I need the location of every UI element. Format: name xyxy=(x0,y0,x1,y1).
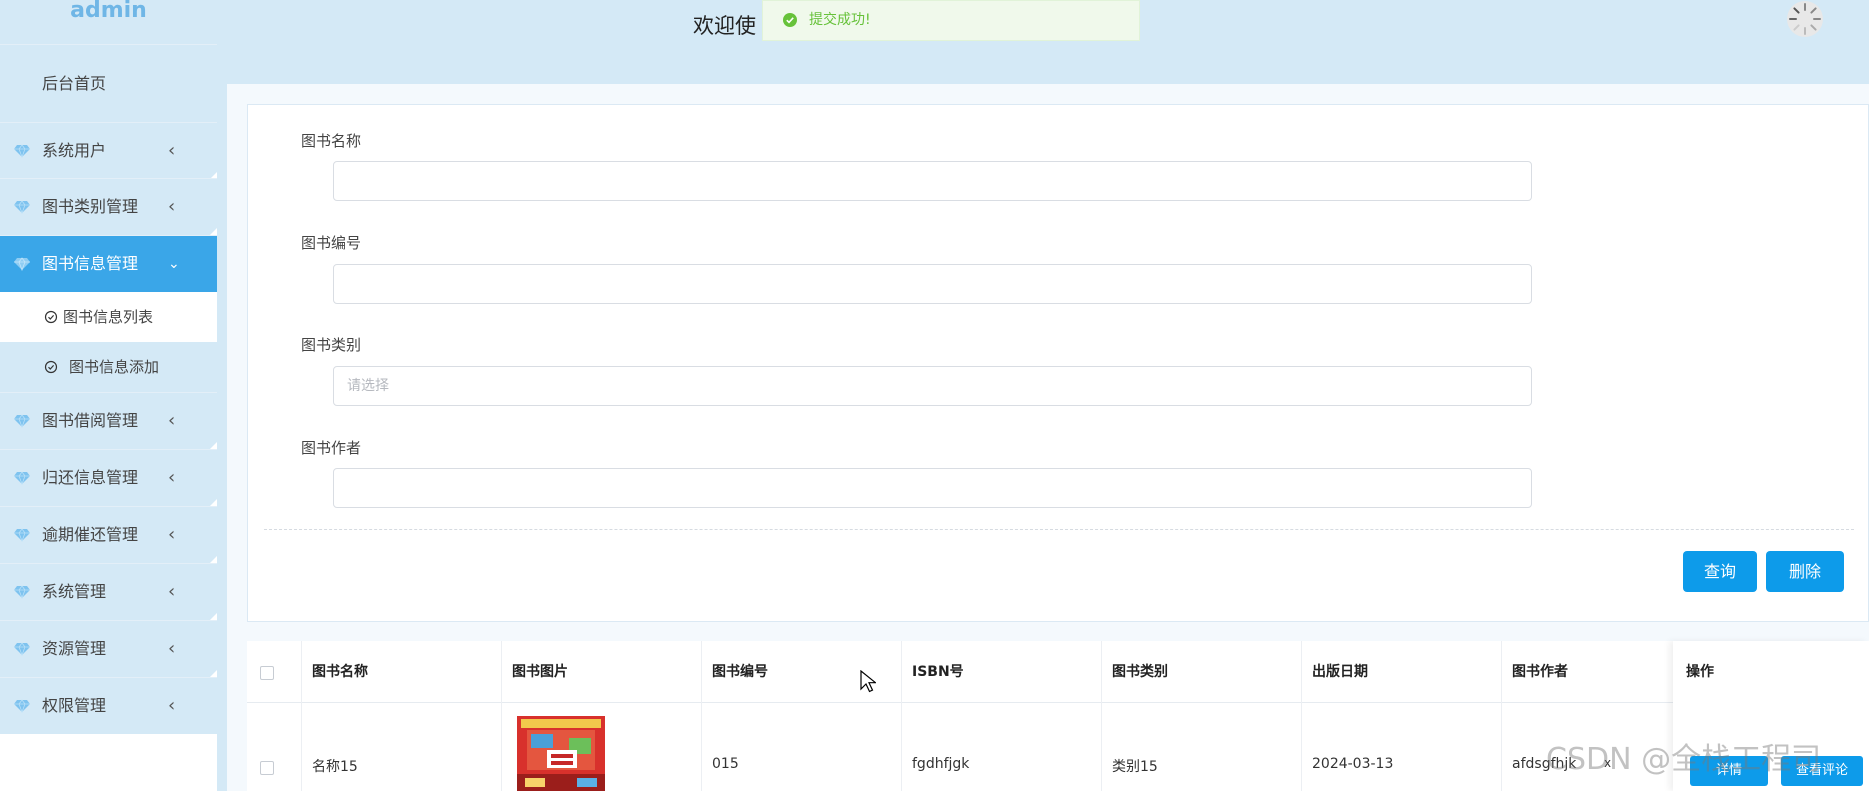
column-divider xyxy=(501,641,502,791)
sidebar-item-label: 后台首页 xyxy=(42,74,107,93)
column-header-date[interactable]: 出版日期 xyxy=(1312,641,1368,703)
sidebar-item-label: 图书类别管理 xyxy=(42,197,139,216)
sidebar-item-borrow[interactable]: 图书借阅管理 ‹ xyxy=(0,392,217,449)
sidebar-item-resources[interactable]: 资源管理 ‹ xyxy=(0,620,217,677)
cell-publish-date: 2024-03-13 xyxy=(1312,756,1394,772)
cell-category: 类别15 xyxy=(1112,759,1158,775)
diamond-icon xyxy=(14,699,30,713)
success-icon xyxy=(783,13,797,27)
column-divider xyxy=(1301,641,1302,791)
table-header-divider xyxy=(247,702,1869,703)
check-circle-icon xyxy=(44,360,58,374)
book-name-input[interactable] xyxy=(333,161,1532,201)
sidebar-item-system-users[interactable]: 系统用户 ‹ xyxy=(0,122,217,179)
field-label-book-author: 图书作者 xyxy=(301,439,362,457)
sidebar-item-label: 资源管理 xyxy=(42,639,107,658)
sidebar-item-label: 系统用户 xyxy=(42,141,107,160)
diamond-icon xyxy=(14,200,30,214)
diamond-icon xyxy=(14,471,30,485)
chevron-down-icon: ⌄ xyxy=(168,256,180,272)
sidebar-item-label: 权限管理 xyxy=(42,696,107,715)
field-label-book-category: 图书类别 xyxy=(301,336,362,354)
diamond-icon xyxy=(14,144,30,158)
chevron-left-icon: ‹ xyxy=(168,196,176,217)
column-header-isbn[interactable]: ISBN号 xyxy=(912,641,964,703)
chevron-left-icon: ‹ xyxy=(168,410,176,431)
corner-mark xyxy=(210,499,217,506)
sidebar-item-label: 逾期催还管理 xyxy=(42,525,139,544)
success-toast: 提交成功! xyxy=(762,0,1140,41)
sidebar-item-label: 系统管理 xyxy=(42,582,107,601)
chevron-left-icon: ‹ xyxy=(168,467,176,488)
sidebar-item-permissions[interactable]: 权限管理 ‹ xyxy=(0,677,217,734)
diamond-icon xyxy=(14,528,30,542)
corner-mark xyxy=(210,613,217,620)
corner-mark xyxy=(210,670,217,677)
diamond-icon xyxy=(14,642,30,656)
check-circle-icon xyxy=(44,310,58,324)
column-divider xyxy=(1101,641,1102,791)
mouse-cursor-icon xyxy=(860,670,876,693)
loading-avatar-icon[interactable] xyxy=(1786,0,1824,38)
sidebar-item-label: 图书信息管理 xyxy=(42,254,139,273)
sidebar: admin 后台首页 系统用户 ‹ 图书类别管理 ‹ 图书信息管理 ⌄ 图书信息… xyxy=(0,0,217,791)
book-cover-image xyxy=(517,716,605,791)
delete-button[interactable]: 删除 xyxy=(1766,551,1844,592)
column-divider xyxy=(701,641,702,791)
chevron-left-icon: ‹ xyxy=(168,638,176,659)
column-header-name[interactable]: 图书名称 xyxy=(312,641,368,703)
chevron-left-icon: ‹ xyxy=(168,695,176,716)
column-divider xyxy=(901,641,902,791)
watermark: CSDN @全栈工程司 xyxy=(1546,742,1822,777)
row-checkbox[interactable] xyxy=(260,761,274,775)
sidebar-subitem-label: 图书信息添加 xyxy=(69,358,160,376)
column-header-actions: 操作 xyxy=(1686,664,1714,680)
field-label-book-number: 图书编号 xyxy=(301,234,362,252)
select-all-checkbox[interactable] xyxy=(260,666,274,680)
column-header-category[interactable]: 图书类别 xyxy=(1112,641,1168,703)
cell-isbn: fgdhfjgk xyxy=(912,756,970,772)
corner-mark xyxy=(210,556,217,563)
chevron-left-icon: ‹ xyxy=(168,524,176,545)
corner-mark xyxy=(210,442,217,449)
book-category-select[interactable] xyxy=(333,366,1532,406)
chevron-left-icon: ‹ xyxy=(168,581,176,602)
column-divider xyxy=(1501,641,1502,791)
sidebar-item-book-info[interactable]: 图书信息管理 ⌄ xyxy=(0,235,217,292)
welcome-text: 欢迎使 xyxy=(693,14,756,38)
cell-book-number: 015 xyxy=(712,756,739,772)
sidebar-item-system-manage[interactable]: 系统管理 ‹ xyxy=(0,563,217,620)
sidebar-subitem-book-add[interactable]: 图书信息添加 xyxy=(0,342,217,392)
column-header-image[interactable]: 图书图片 xyxy=(512,641,568,703)
chevron-left-icon: ‹ xyxy=(168,140,176,161)
field-label-book-name: 图书名称 xyxy=(301,132,362,150)
cell-book-name: 名称15 xyxy=(312,759,358,775)
diamond-icon xyxy=(14,585,30,599)
book-number-input[interactable] xyxy=(333,264,1532,304)
sidebar-item-book-category[interactable]: 图书类别管理 ‹ xyxy=(0,178,217,235)
sidebar-item-label: 归还信息管理 xyxy=(42,468,139,487)
corner-mark xyxy=(210,228,217,235)
sidebar-item-label: 图书借阅管理 xyxy=(42,411,139,430)
sidebar-item-home[interactable]: 后台首页 xyxy=(0,46,217,122)
diamond-icon xyxy=(14,414,30,428)
sidebar-item-return[interactable]: 归还信息管理 ‹ xyxy=(0,449,217,506)
sidebar-footer xyxy=(0,734,217,791)
column-header-author[interactable]: 图书作者 xyxy=(1512,641,1568,703)
sidebar-subitem-book-list[interactable]: 图书信息列表 xyxy=(0,292,217,342)
query-button[interactable]: 查询 xyxy=(1683,551,1757,592)
sidebar-item-overdue[interactable]: 逾期催还管理 ‹ xyxy=(0,506,217,563)
sidebar-subitem-label: 图书信息列表 xyxy=(63,308,154,326)
column-header-number[interactable]: 图书编号 xyxy=(712,641,768,703)
divider xyxy=(264,529,1854,530)
brand-logo: admin xyxy=(0,0,217,45)
toast-message: 提交成功! xyxy=(809,12,871,28)
diamond-icon xyxy=(14,257,30,271)
book-author-input[interactable] xyxy=(333,468,1532,508)
column-divider xyxy=(301,641,302,791)
